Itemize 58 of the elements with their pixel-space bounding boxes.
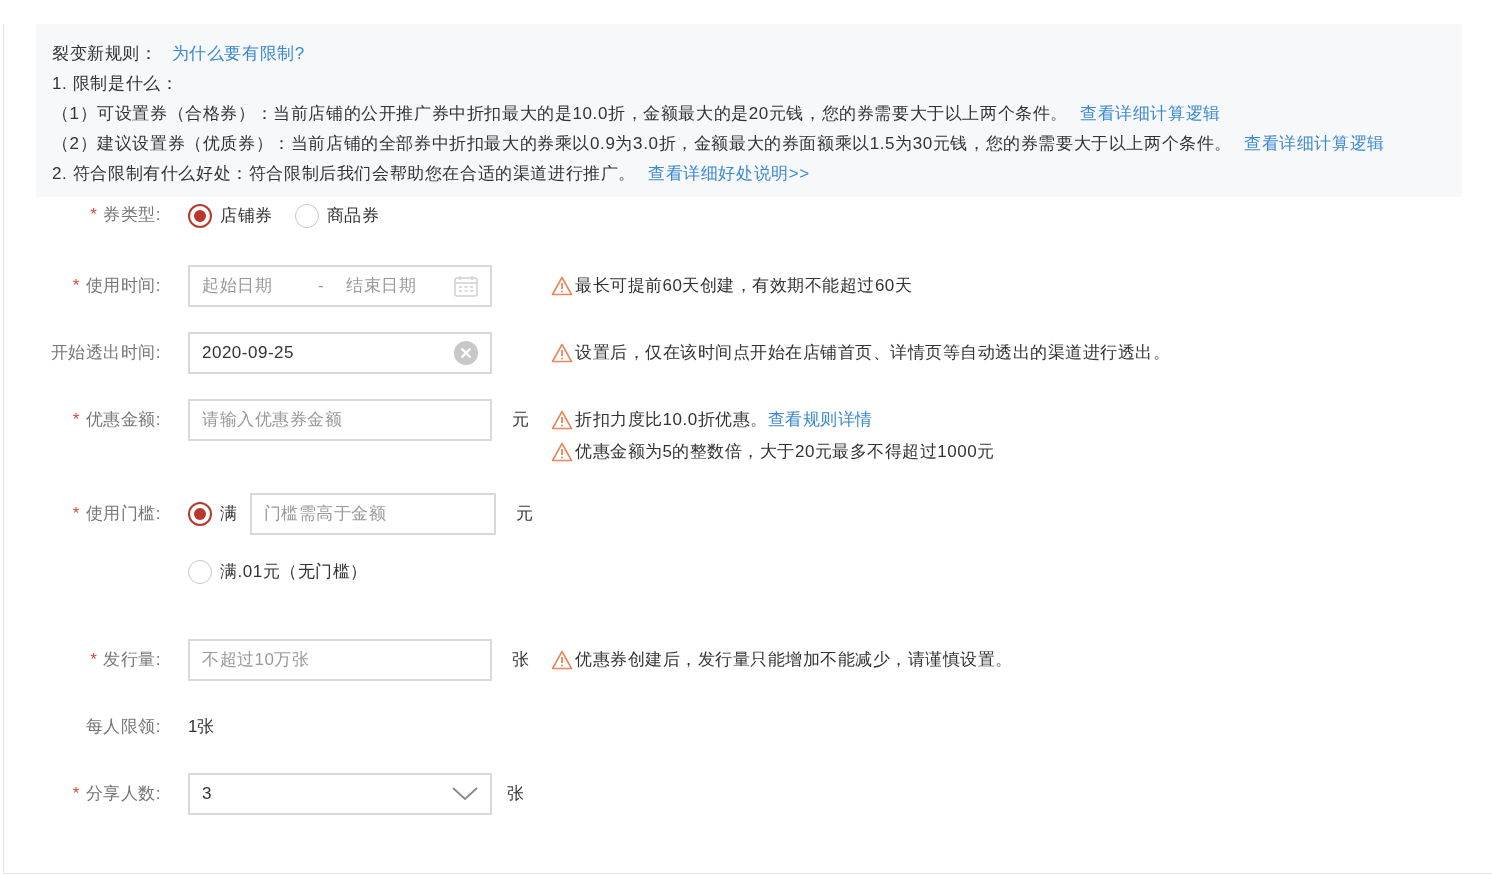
field-label: 使用门槛:: [85, 502, 161, 525]
dropdown-value: 3: [202, 782, 212, 805]
radio-label[interactable]: 满: [220, 500, 238, 527]
unit-text: 张: [512, 648, 529, 671]
warning-icon: [551, 441, 573, 462]
notice-text: （2）建议设置券（优质券）：当前店铺的全部券中折扣最大的券乘以0.9为3.0折，金额最大的券面额乘以1.5为30元钱，您的券需要大于以上两个条件。: [52, 133, 1233, 155]
required-mark: *: [72, 502, 80, 525]
notice-text: （1）可设置券（合格券）：当前店铺的公开推广券中折扣最大的是10.0折，金额最大的是20元钱，您的券需要大于以上两个条件。: [52, 103, 1069, 125]
radio-label[interactable]: 商品券: [326, 203, 379, 229]
required-mark: *: [72, 274, 80, 297]
field-label: 优惠金额:: [85, 408, 161, 431]
calendar-icon: [454, 274, 478, 297]
unit-text: 元: [512, 408, 529, 431]
input-field[interactable]: 不超过10万张: [188, 638, 492, 681]
radio-button[interactable]: [188, 203, 212, 228]
notice-text: 2. 符合限制有什么好处：符合限制后我们会帮助您在合适的渠道进行推广。: [52, 163, 636, 185]
chevron-down-icon: [452, 786, 478, 801]
unit-text: 张: [507, 782, 524, 805]
required-mark: *: [72, 408, 80, 431]
required-mark: *: [90, 204, 98, 227]
radio-label[interactable]: 店铺券: [220, 203, 273, 229]
clear-icon: [454, 340, 478, 365]
field-label: 券类型:: [103, 204, 161, 227]
tip-text: 设置后，仅在该时间点开始在店铺首页、详情页等自动透出的渠道进行透出。: [575, 341, 1170, 364]
input-field[interactable]: 门槛需高于金额: [249, 492, 496, 535]
warning-icon: [551, 275, 573, 296]
required-mark: *: [90, 648, 98, 671]
radio-label[interactable]: 满.01元（无门槛）: [220, 558, 368, 585]
field-value: 1张: [188, 715, 215, 738]
date-input-field[interactable]: 2020-09-25: [188, 331, 492, 374]
tip-text: 优惠券创建后，发行量只能增加不能减少，请谨慎设置。: [575, 648, 1013, 671]
warning-icon: [551, 649, 573, 670]
notice-link[interactable]: 为什么要有限制?: [171, 39, 305, 69]
start-date-placeholder: 起始日期: [202, 274, 273, 297]
notice-text: 1. 限制是什么：: [52, 73, 179, 95]
tip-text: 折扣力度比10.0折优惠。: [575, 408, 768, 431]
tip-text: 优惠金额为5的整数倍，大于20元最多不得超过1000元: [575, 440, 995, 463]
dropdown[interactable]: 3: [188, 772, 492, 815]
field-label: 开始透出时间:: [50, 341, 161, 364]
radio-button[interactable]: [188, 501, 212, 526]
unit-text: 元: [515, 503, 533, 523]
field-label: 使用时间:: [85, 274, 161, 297]
notice-link[interactable]: 查看详细好处说明>>: [647, 159, 810, 189]
warning-icon: [551, 342, 573, 363]
warning-icon: [551, 409, 573, 430]
field-value: 2020-09-25: [202, 341, 294, 364]
end-date-placeholder: 结束日期: [346, 274, 417, 297]
required-mark: *: [72, 782, 80, 805]
notice-link[interactable]: 查看详细计算逻辑: [1244, 129, 1385, 159]
input-field[interactable]: 请输入优惠券金额: [188, 398, 492, 441]
tip-link[interactable]: 查看规则详情: [767, 403, 873, 436]
tip-text: 最长可提前60天创建，有效期不能超过60天: [575, 274, 913, 297]
range-separator: -: [318, 274, 326, 297]
notice-title: 裂变新规则：: [52, 43, 158, 65]
field-label: 每人限领:: [85, 715, 161, 738]
field-label: 分享人数:: [85, 782, 161, 805]
notice-link[interactable]: 查看详细计算逻辑: [1080, 99, 1221, 129]
field-label: 发行量:: [103, 648, 161, 671]
